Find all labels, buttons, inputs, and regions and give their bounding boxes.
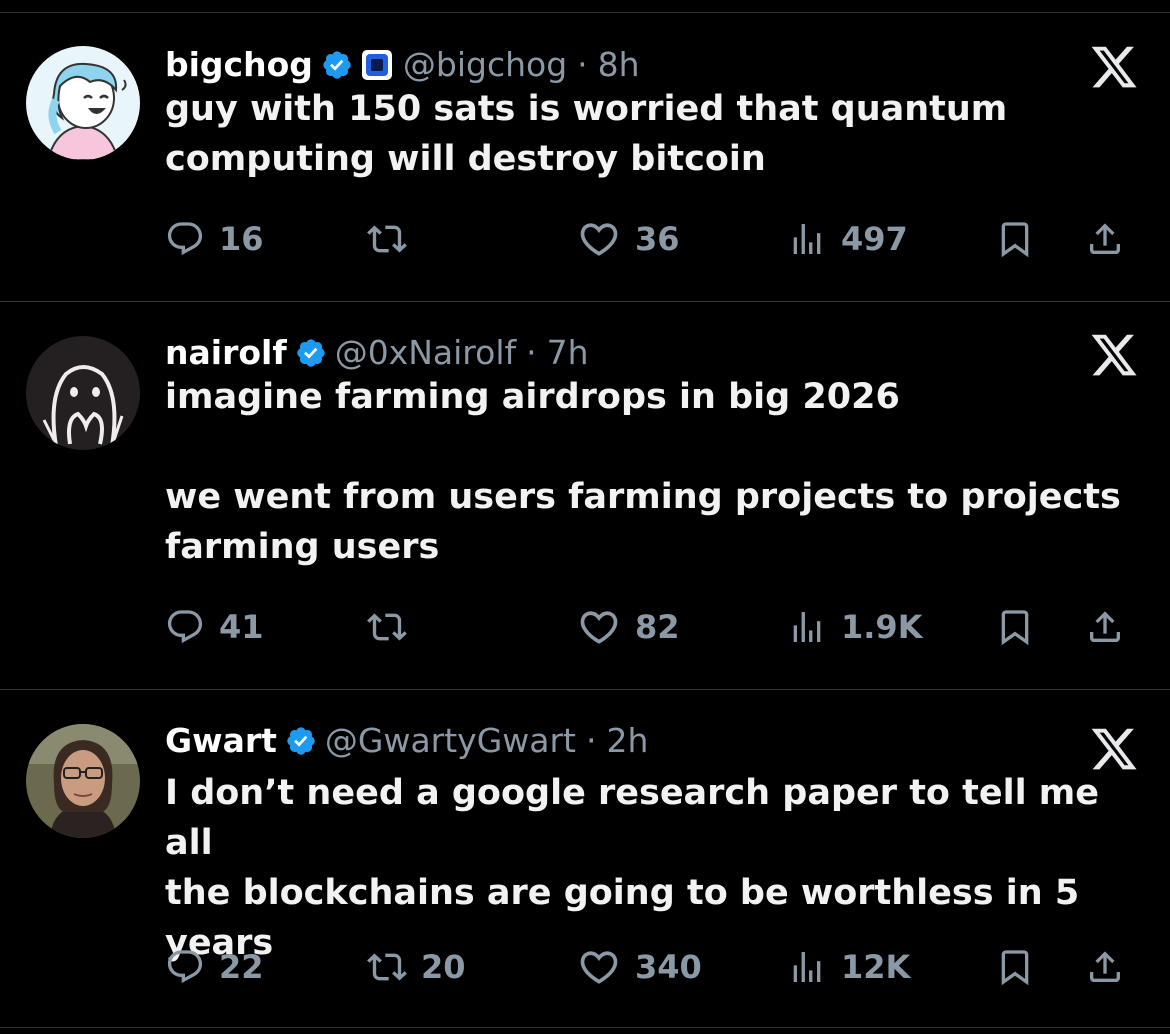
tweet-text: I don’t need a google research paper to … [165,773,1100,963]
like-button[interactable]: 36 [577,214,680,264]
views-icon [793,612,821,642]
tweet[interactable]: bigchog @bigchog · 8h guy with 150 sats … [0,40,1170,280]
timestamp[interactable]: 8h [598,40,640,90]
reply-button[interactable]: 22 [165,942,264,992]
tweet-text: guy with 150 sats is worried that quantu… [165,89,1008,179]
handle[interactable]: @GwartyGwart [325,716,576,766]
tweet-header: bigchog @bigchog · 8h [165,40,640,90]
reply-count: 16 [219,220,264,258]
divider [0,12,1170,13]
view-count: 497 [841,220,908,258]
action-bar: 41 82 1.9K [165,602,1145,652]
reply-button[interactable]: 16 [165,214,264,264]
bookmark-button[interactable] [995,942,1049,992]
tweet[interactable]: Gwart @GwartyGwart · 2h I don’t need a g… [0,716,1170,1016]
separator: · [577,45,588,84]
action-bar: 16 36 497 [165,214,1145,264]
divider [0,689,1170,690]
tweet-header: Gwart @GwartyGwart · 2h [165,716,648,766]
divider [0,1027,1170,1028]
like-count: 36 [635,220,680,258]
repost-button[interactable]: 20 [367,942,466,992]
like-button[interactable]: 340 [577,942,702,992]
divider [0,301,1170,302]
display-name[interactable]: nairolf [165,328,287,378]
reply-icon [167,222,203,256]
verified-badge-icon [295,337,327,369]
views-button[interactable]: 12K [787,942,910,992]
tweet-text: imagine farming airdrops in big 2026 we … [165,377,1121,567]
reply-button[interactable]: 41 [165,602,264,652]
bookmark-icon [1001,950,1029,986]
repost-button[interactable] [367,214,421,264]
verified-badge-icon [321,49,353,81]
timestamp[interactable]: 2h [607,716,649,766]
handle[interactable]: @bigchog [403,40,567,90]
separator: · [526,333,537,372]
views-button[interactable]: 497 [787,214,908,264]
like-count: 340 [635,948,702,986]
share-icon [1090,611,1120,642]
avatar[interactable] [26,724,140,838]
views-button[interactable]: 1.9K [787,602,922,652]
bookmark-button[interactable] [995,214,1049,264]
bookmark-icon [1001,222,1029,258]
verified-badge-icon [285,725,317,757]
reply-icon [167,950,203,984]
separator: · [586,721,597,760]
share-button[interactable] [1085,942,1139,992]
avatar[interactable] [26,336,140,450]
like-count: 82 [635,608,680,646]
tweet-header: nairolf @0xNairolf · 7h [165,328,589,378]
affiliate-badge-icon [361,49,393,81]
heart-icon [580,951,618,984]
avatar[interactable] [26,46,140,160]
share-button[interactable] [1085,214,1139,264]
heart-icon [580,611,618,644]
like-button[interactable]: 82 [577,602,680,652]
x-logo-icon [1088,724,1140,774]
share-icon [1090,223,1120,254]
display-name[interactable]: Gwart [165,716,277,766]
share-icon [1090,951,1120,982]
repost-count: 20 [421,948,466,986]
reply-count: 22 [219,948,264,986]
reply-icon [167,610,203,644]
tweet[interactable]: nairolf @0xNairolf · 7h imagine farming … [0,328,1170,668]
bookmark-button[interactable] [995,602,1049,652]
bookmark-icon [1001,610,1029,646]
repost-icon [367,225,407,253]
view-count: 12K [841,948,911,986]
repost-icon [367,953,407,981]
display-name[interactable]: bigchog [165,40,313,90]
view-count: 1.9K [841,608,923,646]
repost-button[interactable] [367,602,421,652]
heart-icon [580,223,618,256]
action-bar: 22 20 340 12K [165,942,1145,992]
repost-icon [367,613,407,641]
share-button[interactable] [1085,602,1139,652]
handle[interactable]: @0xNairolf [335,328,516,378]
views-icon [793,952,821,982]
views-icon [793,224,821,254]
reply-count: 41 [219,608,264,646]
timestamp[interactable]: 7h [547,328,589,378]
